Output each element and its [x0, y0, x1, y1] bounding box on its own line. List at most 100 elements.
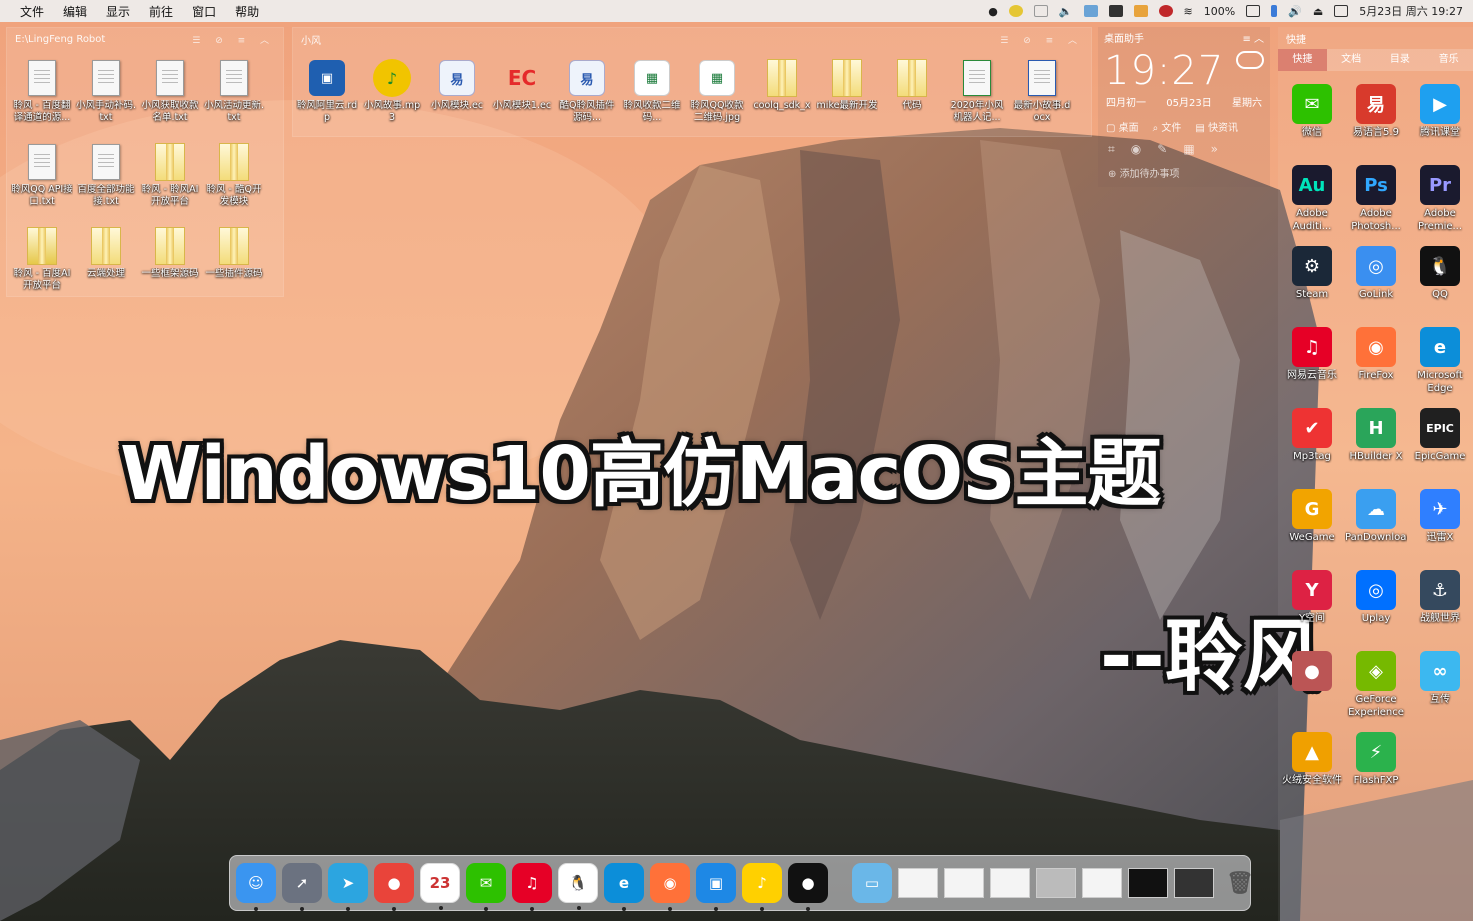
telegram-icon[interactable]: ➤ — [328, 863, 368, 911]
clock-text[interactable]: 5月23日 周六 19:27 — [1359, 3, 1463, 19]
fence-controls[interactable]: ☰ ⊘ ≡ ︿ — [192, 33, 275, 46]
tab-directory[interactable]: 目录 — [1376, 49, 1425, 71]
shortcut-netease-music[interactable]: ♫ 网易云音乐 — [1281, 327, 1343, 382]
menu-edit[interactable]: 编辑 — [63, 3, 87, 20]
desktop-icon[interactable]: 易酷Q聆风插件源码... — [556, 58, 618, 124]
file-search-button[interactable]: ⌕ 文件 — [1153, 119, 1182, 134]
window-thumbnail[interactable] — [898, 868, 938, 898]
desktop-icon[interactable]: ♪ 小风故事.mp3 — [361, 58, 423, 124]
window-thumbnail[interactable] — [1082, 868, 1122, 898]
shortcut-flashfxp[interactable]: ⚡ FlashFXP — [1345, 732, 1407, 787]
desktop-icon[interactable]: mike最新开发 — [816, 58, 878, 112]
shortcut-wechat[interactable]: ✉ 微信 — [1281, 84, 1343, 139]
more-icon[interactable]: » — [1211, 142, 1218, 157]
shortcut-warships[interactable]: ⚓ 战舰世界 — [1409, 570, 1471, 625]
shortcut-edge[interactable]: e Microsoft Edge — [1409, 327, 1471, 395]
volume-icon[interactable]: 🔈 — [1059, 5, 1073, 18]
nvidia-tray-icon[interactable] — [1108, 5, 1123, 17]
speaker-icon[interactable]: 🔊 — [1288, 5, 1302, 18]
chrome-icon[interactable]: ● — [374, 863, 414, 911]
window-thumbnail[interactable] — [944, 868, 984, 898]
fence-controls[interactable]: ☰ ⊘ ≡ ︿ — [1000, 33, 1083, 46]
grid-icon[interactable]: ▦ — [1183, 142, 1194, 157]
desktop-icon[interactable]: 小风手动补码.txt — [75, 58, 137, 124]
widget-menu-icon[interactable]: ≡ ︿ — [1242, 30, 1264, 45]
desktop-icon[interactable]: 小风活动更新.txt — [203, 58, 265, 124]
desktop-icon[interactable]: 聆风 - 百度AI开放平台 — [11, 226, 73, 292]
battery-icon[interactable] — [1246, 5, 1261, 17]
shortcut-golink[interactable]: ◎ GoLink — [1345, 246, 1407, 301]
add-todo[interactable]: ⊕ 添加待办事项 — [1098, 159, 1270, 186]
shortcut-premiere[interactable]: Pr Adobe Premie... — [1409, 165, 1471, 233]
qq-music-icon[interactable]: ♪ — [742, 863, 782, 911]
window-thumbnail[interactable] — [990, 868, 1030, 898]
desktop-icon[interactable]: 一些框架源码 — [139, 226, 201, 280]
shortcut-audition[interactable]: Au Adobe Auditi... — [1281, 165, 1343, 233]
desktop-icon[interactable]: 最新小故事.docx — [1011, 58, 1073, 124]
shortcut-uplay[interactable]: ◎ Uplay — [1345, 570, 1407, 625]
shortcut-epic-games[interactable]: EPIC EpicGame — [1409, 408, 1471, 463]
menu-file[interactable]: 文件 — [20, 3, 44, 20]
qq-icon[interactable]: 🐧 — [558, 863, 598, 910]
tab-music[interactable]: 音乐 — [1424, 49, 1473, 71]
calendar-icon[interactable]: 23 — [420, 863, 460, 910]
input-method-icon[interactable] — [1271, 5, 1278, 17]
window-thumbnail[interactable] — [1036, 868, 1076, 898]
folder-tray-icon[interactable] — [1133, 5, 1148, 17]
shortcut-steam[interactable]: ⚙ Steam — [1281, 246, 1343, 301]
shortcut-yi-language[interactable]: 易易语言5.9 — [1345, 84, 1407, 139]
firefox-icon[interactable]: ◉ — [650, 863, 690, 911]
desktop-icon[interactable]: ▣ 聆风阿里云.rdp — [296, 58, 358, 124]
desktop-icon[interactable]: 一些插件源码 — [203, 226, 265, 280]
desktop-icon[interactable]: 小风获取收款名单.txt — [139, 58, 201, 124]
tab-documents[interactable]: 文档 — [1327, 49, 1376, 71]
shortcut-pandownload[interactable]: ☁ PanDownload — [1345, 489, 1407, 544]
shortcut-unknown-app[interactable]: ● — [1281, 651, 1343, 693]
desktop-icon[interactable]: 聆风QQ API接口.txt — [11, 142, 73, 208]
shortcut-hbuilder[interactable]: H HBuilder X — [1345, 408, 1407, 463]
trash-icon[interactable]: 🗑 — [1220, 863, 1260, 903]
shortcut-qq[interactable]: 🐧 QQ — [1409, 246, 1471, 301]
news-button[interactable]: ▤ 快资讯 — [1195, 119, 1238, 134]
folder-stack-icon[interactable]: ▭ — [852, 863, 892, 903]
keyboard-icon[interactable] — [1334, 5, 1349, 17]
shortcut-thunder[interactable]: ✈ 迅雷X — [1409, 489, 1471, 544]
window-thumbnail[interactable] — [1128, 868, 1168, 898]
desktop-button[interactable]: ▢ 桌面 — [1106, 119, 1139, 134]
shortcut-tencent-classroom[interactable]: ▶ 腾讯课堂 — [1409, 84, 1471, 139]
desktop-icon[interactable]: ▦ 聆风QQ收款二维码.jpg — [686, 58, 748, 124]
menu-window[interactable]: 窗口 — [192, 3, 216, 20]
shortcut-huorong[interactable]: ▲ 火绒安全软件 — [1281, 732, 1343, 787]
shortcut-firefox[interactable]: ◉ FireFox — [1345, 327, 1407, 382]
desktop-icon[interactable]: 聆风 - 酷Q开发模块 — [203, 142, 265, 208]
penguin-tray-icon[interactable]: ● — [988, 5, 998, 18]
window-thumbnail[interactable] — [1174, 868, 1214, 898]
desktop-icon[interactable]: 聆风 - 聆风AI开放平台 — [139, 142, 201, 208]
desktop-icon[interactable]: 百度全部功能接.txt — [75, 142, 137, 208]
desktop-icon[interactable]: ▦ 聆风收款二维码... — [621, 58, 683, 124]
shortcut-geforce[interactable]: ◈ GeForce Experience — [1345, 651, 1407, 719]
desktop-icon[interactable]: 易小风模块.ec — [426, 58, 488, 112]
eye-icon[interactable]: ◉ — [1131, 142, 1141, 157]
wechat-icon[interactable]: ✉ — [466, 863, 506, 911]
tab-shortcuts[interactable]: 快捷 — [1278, 49, 1327, 71]
desktop-icon[interactable]: 代码 — [881, 58, 943, 112]
desktop-icon[interactable]: coolq_sdk_x — [751, 58, 813, 112]
tray-app-icon[interactable] — [1008, 5, 1023, 17]
note-icon[interactable]: ✎ — [1157, 142, 1167, 157]
menu-go[interactable]: 前往 — [149, 3, 173, 20]
shortcut-photoshop[interactable]: Ps Adobe Photosh... — [1345, 165, 1407, 233]
shortcut-wegame[interactable]: G WeGame — [1281, 489, 1343, 544]
files-icon[interactable]: ▣ — [696, 863, 736, 911]
desktop-icon[interactable]: 云端处理 — [75, 226, 137, 280]
window-tray-icon[interactable] — [1033, 5, 1048, 17]
crop-icon[interactable]: ⌗ — [1108, 142, 1115, 157]
desktop-icon[interactable]: 聆风 - 百度翻译通道的源... — [11, 58, 73, 124]
record-tray-icon[interactable] — [1158, 5, 1173, 17]
finder-icon[interactable]: ☺ — [236, 863, 276, 911]
eject-icon[interactable]: ⏏ — [1313, 5, 1323, 18]
menu-help[interactable]: 帮助 — [235, 3, 259, 20]
shortcut-hutran[interactable]: ∞ 互传 — [1409, 651, 1471, 706]
shortcut-yspace[interactable]: Y Y空间 — [1281, 570, 1343, 625]
network-tray-icon[interactable] — [1083, 5, 1098, 17]
